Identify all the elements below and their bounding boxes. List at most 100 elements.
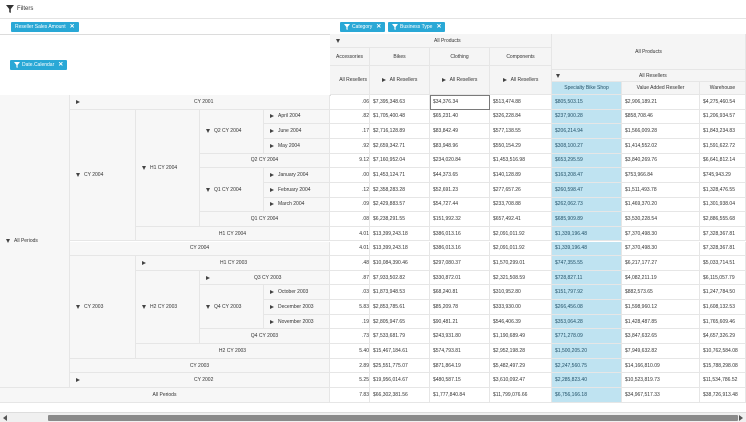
value-cell[interactable]: $83,948.96 [430, 138, 490, 154]
value-cell[interactable]: .82 [330, 109, 370, 125]
expand-icon[interactable] [270, 173, 274, 178]
value-cell[interactable]: $5,482,497.29 [490, 358, 552, 374]
value-cell[interactable]: $11,534,786.52 [700, 373, 746, 388]
expand-icon[interactable] [270, 143, 274, 148]
value-cell[interactable]: $1,843,234.83 [700, 124, 746, 139]
value-cell[interactable]: $6,115,057.79 [700, 270, 746, 286]
value-cell[interactable]: $34,967,517.33 [622, 388, 700, 403]
q4cy2003-row-header[interactable]: Q4 CY 2003 [200, 285, 264, 330]
value-cell[interactable]: $66,302,381.56 [370, 388, 430, 403]
expand-icon[interactable] [270, 202, 274, 207]
month-row-header[interactable]: October 2003 [264, 285, 330, 301]
value-cell[interactable]: $386,013.16 [430, 241, 490, 257]
value-cell[interactable]: $1,566,009.28 [622, 124, 700, 139]
value-cell[interactable]: $513,474.88 [490, 95, 552, 110]
collapse-icon[interactable] [142, 165, 146, 170]
value-cell[interactable]: $237,900.28 [552, 109, 622, 125]
value-cell[interactable]: 9.12 [330, 153, 370, 169]
value-cell[interactable]: $2,285,823.40 [552, 373, 622, 388]
value-cell[interactable]: $805,503.15 [552, 95, 622, 110]
value-cell[interactable]: $7,160,952.04 [370, 153, 430, 169]
q2cy2004-row-header[interactable]: Q2 CY 2004 [200, 109, 264, 154]
close-icon[interactable]: ✕ [70, 22, 75, 32]
h2cy2003-row-header[interactable]: H2 CY 2003 [136, 270, 200, 345]
value-cell[interactable]: $386,013.16 [430, 226, 490, 242]
filter-icon[interactable] [6, 5, 14, 13]
value-cell[interactable]: $3,610,092.47 [490, 373, 552, 388]
cy2004-row-header[interactable]: CY 2004 [70, 109, 136, 242]
month-row-header[interactable]: April 2004 [264, 109, 330, 125]
month-row-header[interactable]: December 2003 [264, 300, 330, 315]
expand-icon[interactable] [206, 275, 210, 280]
value-cell[interactable]: $10,084,390.46 [370, 256, 430, 271]
value-cell[interactable]: $1,511,493.78 [622, 182, 700, 198]
collapse-icon[interactable] [6, 239, 10, 243]
collapse-icon[interactable] [76, 173, 80, 178]
value-cell[interactable]: $34,376.34 [430, 95, 490, 110]
filter-icon[interactable] [344, 24, 350, 30]
value-cell[interactable]: $2,886,555.68 [700, 212, 746, 227]
value-cell[interactable]: $1,705,400.48 [370, 109, 430, 125]
category-chip[interactable]: Category ✕ [340, 22, 386, 32]
value-cell[interactable]: .19 [330, 314, 370, 330]
category-header-0[interactable]: Accessories [330, 48, 370, 66]
value-cell[interactable]: $5,033,714.51 [700, 256, 746, 271]
value-cell[interactable]: $2,429,883.57 [370, 197, 430, 213]
value-cell[interactable]: .09 [330, 197, 370, 213]
value-cell[interactable]: $83,842.49 [430, 124, 490, 139]
value-cell[interactable]: $2,716,128.89 [370, 124, 430, 139]
expand-icon[interactable] [270, 304, 274, 309]
value-cell[interactable]: $1,339,196.48 [552, 241, 622, 257]
value-cell[interactable]: $2,659,342.71 [370, 138, 430, 154]
value-cell[interactable]: $1,500,205.20 [552, 344, 622, 359]
value-cell[interactable]: $333,930.00 [490, 300, 552, 315]
cy2003-row-header[interactable]: CY 2003 [70, 256, 136, 359]
value-cell[interactable]: $7,533,681.79 [370, 329, 430, 345]
business-type-header-0[interactable]: Specialty Bike Shop [552, 82, 622, 95]
value-cell[interactable]: $1,428,487.85 [622, 314, 700, 330]
expand-icon[interactable] [76, 99, 80, 104]
value-cell[interactable]: $38,726,913.48 [700, 388, 746, 403]
close-icon[interactable]: ✕ [376, 22, 381, 32]
value-cell[interactable]: $1,301,938.04 [700, 197, 746, 213]
value-cell[interactable]: $7,395,348.63 [370, 95, 430, 110]
all-periods-row-header[interactable]: All Periods [0, 95, 70, 388]
horizontal-scrollbar[interactable] [0, 412, 746, 422]
value-cell[interactable]: $546,406.39 [490, 314, 552, 330]
value-cell[interactable]: $4,082,211.19 [622, 270, 700, 286]
expand-icon[interactable] [441, 78, 446, 82]
value-cell[interactable]: $1,608,132.53 [700, 300, 746, 315]
category-header-3[interactable]: Components [490, 48, 552, 66]
collapse-icon[interactable] [336, 38, 340, 43]
value-cell[interactable]: $1,765,609.46 [700, 314, 746, 330]
collapse-icon[interactable] [76, 304, 80, 309]
value-cell[interactable]: $353,064.28 [552, 314, 622, 330]
month-row-header[interactable]: June 2004 [264, 124, 330, 139]
value-cell[interactable]: .17 [330, 124, 370, 139]
value-cell[interactable]: $1,873,948.53 [370, 285, 430, 301]
value-cell[interactable]: $15,788,298.08 [700, 358, 746, 374]
value-cell[interactable]: $2,091,011.92 [490, 226, 552, 242]
value-cell[interactable]: $6,641,812.14 [700, 153, 746, 169]
value-cell[interactable]: $10,762,584.08 [700, 344, 746, 359]
right-all-products-header[interactable]: All Products [552, 34, 746, 70]
q1cy2004-row-header[interactable]: Q1 CY 2004 [200, 168, 264, 213]
value-cell[interactable]: .08 [330, 212, 370, 227]
expand-icon[interactable] [381, 78, 386, 82]
value-cell[interactable]: $44,373.65 [430, 168, 490, 183]
right-all-resellers-header[interactable]: All Resellers [552, 70, 746, 82]
value-cell[interactable]: $3,530,228.54 [622, 212, 700, 227]
value-cell[interactable]: $4,275,460.54 [700, 95, 746, 110]
value-cell[interactable]: $1,591,622.72 [700, 138, 746, 154]
cy2002-row-header[interactable]: CY 2002 [70, 373, 330, 388]
value-cell[interactable]: $2,906,189.21 [622, 95, 700, 110]
value-cell[interactable]: $277,657.26 [490, 182, 552, 198]
value-cell[interactable]: $550,154.29 [490, 138, 552, 154]
value-cell[interactable]: $151,797.92 [552, 285, 622, 301]
value-cell[interactable]: $2,952,198.28 [490, 344, 552, 359]
value-cell[interactable]: $6,238,291.55 [370, 212, 430, 227]
collapse-icon[interactable] [206, 304, 210, 309]
business-type-chip[interactable]: Business Type ✕ [388, 22, 446, 32]
value-cell[interactable]: $653,295.59 [552, 153, 622, 169]
value-cell[interactable]: $657,492.41 [490, 212, 552, 227]
